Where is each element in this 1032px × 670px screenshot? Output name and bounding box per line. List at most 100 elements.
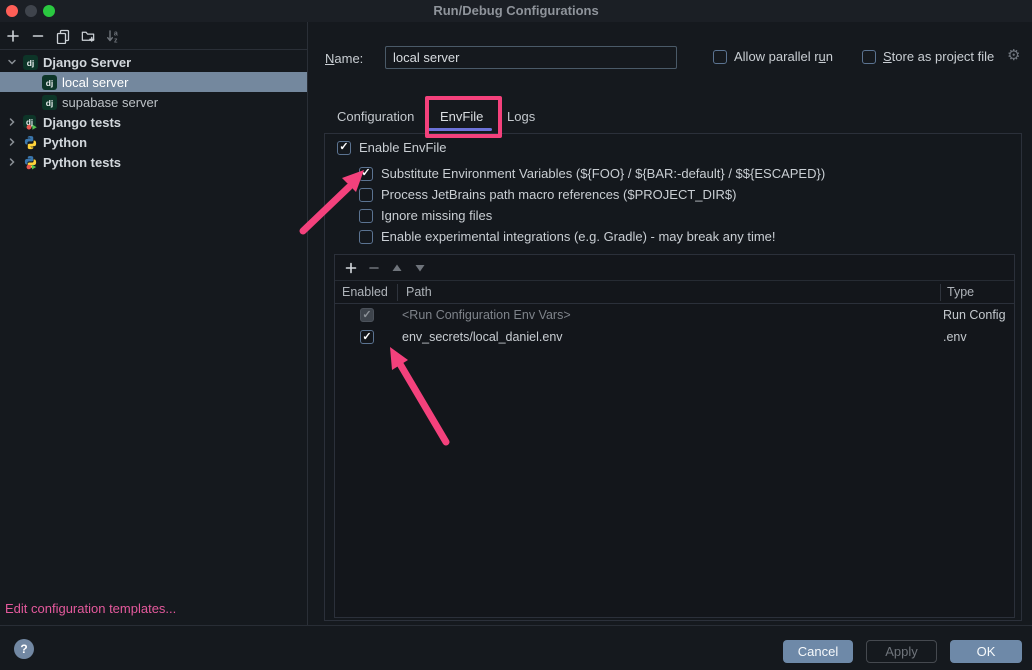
substitute-env-vars-label: Substitute Environment Variables (${FOO}… <box>381 166 825 181</box>
active-tab-underline <box>428 128 492 131</box>
checkbox[interactable]: ✓ <box>359 188 373 202</box>
django-icon: dj <box>42 75 57 90</box>
tab-logs[interactable]: Logs <box>507 109 535 124</box>
add-icon[interactable] <box>343 260 359 276</box>
run-debug-configurations-dialog: Run/Debug Configurations az <box>0 0 1032 670</box>
python-icon <box>23 135 38 150</box>
titlebar: Run/Debug Configurations <box>0 0 1032 22</box>
tree-item-django-tests[interactable]: dj Django tests <box>0 112 307 132</box>
column-type: Type <box>947 285 974 299</box>
tree-item-local-server[interactable]: dj local server <box>0 72 307 92</box>
table-header: Enabled Path Type <box>335 281 1014 304</box>
svg-text:a: a <box>114 30 118 37</box>
remove-icon[interactable] <box>30 28 46 44</box>
gear-icon[interactable]: ⚙ <box>1007 46 1020 64</box>
tree-item-django-server[interactable]: dj Django Server <box>0 52 307 72</box>
check-icon: ✓ <box>361 168 370 179</box>
ignore-missing-files-label: Ignore missing files <box>381 208 492 223</box>
ok-button[interactable]: OK <box>950 640 1022 663</box>
checkbox[interactable]: ✓ <box>713 50 727 64</box>
substitute-env-vars-checkbox[interactable]: ✓ Substitute Environment Variables (${FO… <box>359 166 825 181</box>
checkbox: ✓ <box>360 308 374 322</box>
ignore-missing-files-checkbox[interactable]: ✓ Ignore missing files <box>359 208 492 223</box>
close-window-icon[interactable] <box>6 5 18 17</box>
checkbox[interactable]: ✓ <box>359 209 373 223</box>
copy-icon[interactable] <box>55 28 71 44</box>
dialog-footer: ? Cancel Apply OK <box>0 625 1032 670</box>
cancel-button[interactable]: Cancel <box>783 640 853 663</box>
checkbox[interactable]: ✓ <box>359 167 373 181</box>
svg-text:z: z <box>114 37 118 44</box>
env-files-table: Enabled Path Type ✓ <Run Configuration E… <box>334 254 1015 618</box>
svg-text:dj: dj <box>46 97 54 107</box>
allow-parallel-run-checkbox[interactable]: ✓ Allow parallel run <box>713 49 833 64</box>
apply-button[interactable]: Apply <box>866 640 937 663</box>
svg-text:dj: dj <box>46 77 54 87</box>
tree-item-label: supabase server <box>62 95 158 110</box>
sidebar-toolbar: az <box>0 22 307 50</box>
enable-envfile-checkbox[interactable]: ✓ Enable EnvFile <box>337 140 446 155</box>
tree-item-label: Python tests <box>43 155 121 170</box>
chevron-right-icon[interactable] <box>5 157 19 167</box>
tree-item-supabase-server[interactable]: dj supabase server <box>0 92 307 112</box>
tree-item-label: Django Server <box>43 55 131 70</box>
checkbox[interactable]: ✓ <box>337 141 351 155</box>
column-divider[interactable] <box>940 284 941 301</box>
experimental-integrations-checkbox[interactable]: ✓ Enable experimental integrations (e.g.… <box>359 229 776 244</box>
main-panel: Name: ✓ Allow parallel run ✓ Store as pr… <box>308 22 1032 625</box>
env-file-type: Run Config <box>943 308 1006 322</box>
table-row[interactable]: ✓ env_secrets/local_daniel.env .env <box>335 326 1014 348</box>
name-label: Name: <box>325 51 363 66</box>
process-path-macro-checkbox[interactable]: ✓ Process JetBrains path macro reference… <box>359 187 736 202</box>
name-input[interactable] <box>385 46 677 69</box>
tree-item-label: local server <box>62 75 128 90</box>
env-file-path: <Run Configuration Env Vars> <box>402 308 571 322</box>
experimental-integrations-label: Enable experimental integrations (e.g. G… <box>381 229 776 244</box>
env-file-path: env_secrets/local_daniel.env <box>402 330 563 344</box>
django-tests-icon: dj <box>23 115 38 130</box>
check-icon: ✓ <box>362 310 371 321</box>
tree-item-python-tests[interactable]: Python tests <box>0 152 307 172</box>
checkbox[interactable]: ✓ <box>360 330 374 344</box>
check-icon: ✓ <box>339 142 348 153</box>
table-row[interactable]: ✓ <Run Configuration Env Vars> Run Confi… <box>335 304 1014 326</box>
django-icon: dj <box>42 95 57 110</box>
column-enabled: Enabled <box>342 285 388 299</box>
edit-configuration-templates-link[interactable]: Edit configuration templates... <box>5 601 176 616</box>
store-as-project-file-checkbox[interactable]: ✓ Store as project file <box>862 49 994 64</box>
minimize-window-icon <box>25 5 37 17</box>
svg-text:dj: dj <box>27 57 35 67</box>
move-down-icon[interactable] <box>412 260 428 276</box>
tree-item-label: Django tests <box>43 115 121 130</box>
remove-icon[interactable] <box>366 260 382 276</box>
env-file-type: .env <box>943 330 967 344</box>
chevron-down-icon[interactable] <box>5 57 19 67</box>
new-folder-icon[interactable] <box>80 28 96 44</box>
tab-configuration[interactable]: Configuration <box>337 109 414 124</box>
sort-alphabetically-icon: az <box>105 28 121 44</box>
column-divider[interactable] <box>397 284 398 301</box>
chevron-right-icon[interactable] <box>5 117 19 127</box>
check-icon: ✓ <box>362 332 371 343</box>
configurations-tree: dj Django Server dj local server dj supa… <box>0 50 307 172</box>
tree-item-label: Python <box>43 135 87 150</box>
checkbox[interactable]: ✓ <box>359 230 373 244</box>
tab-envfile[interactable]: EnvFile <box>440 109 483 124</box>
process-path-macro-label: Process JetBrains path macro references … <box>381 187 736 202</box>
move-up-icon[interactable] <box>389 260 405 276</box>
column-path: Path <box>406 285 432 299</box>
help-icon[interactable]: ? <box>14 639 34 659</box>
store-as-project-file-label: Store as project file <box>883 49 994 64</box>
enable-envfile-label: Enable EnvFile <box>359 140 446 155</box>
python-tests-icon <box>23 155 38 170</box>
chevron-right-icon[interactable] <box>5 137 19 147</box>
window-title: Run/Debug Configurations <box>0 0 1032 21</box>
configurations-sidebar: az dj Django Server dj local server dj s… <box>0 22 308 625</box>
envfile-tab-panel: ✓ Enable EnvFile ✓ Substitute Environmen… <box>324 133 1022 621</box>
django-icon: dj <box>23 55 38 70</box>
table-toolbar <box>335 255 1014 281</box>
zoom-window-icon[interactable] <box>43 5 55 17</box>
checkbox[interactable]: ✓ <box>862 50 876 64</box>
tree-item-python[interactable]: Python <box>0 132 307 152</box>
add-icon[interactable] <box>5 28 21 44</box>
